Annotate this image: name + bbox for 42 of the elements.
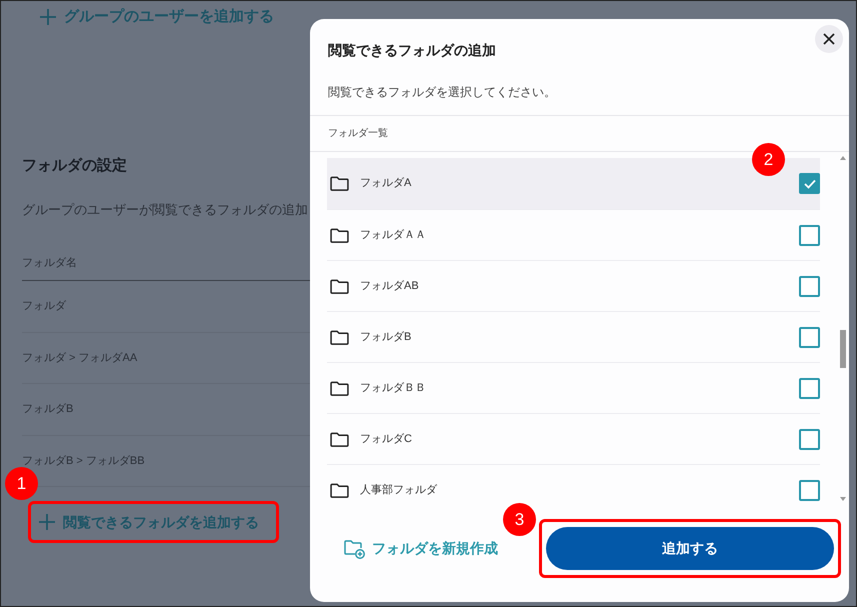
plus-icon (39, 514, 55, 530)
folder-icon (330, 380, 349, 396)
folder-icon (330, 176, 349, 191)
list-header: フォルダ一覧 (328, 127, 388, 141)
checkbox[interactable] (799, 378, 820, 398)
folder-icon (330, 432, 349, 446)
close-button[interactable] (815, 25, 843, 53)
folder-icon (330, 228, 349, 242)
section-title: フォルダの設定 (22, 156, 127, 176)
close-icon (822, 32, 836, 46)
submit-button[interactable]: 追加する (546, 527, 834, 570)
checkbox[interactable] (799, 224, 820, 246)
folder-name: フォルダAB (360, 278, 419, 294)
check-icon (804, 178, 816, 188)
folder-name: 人事部フォルダ (360, 482, 437, 498)
section-description: グループのユーザーが閲覧できるフォルダの追加 (22, 200, 308, 218)
folder-row[interactable]: フォルダＡＡ (327, 209, 820, 260)
callout-number: 1 (5, 467, 38, 500)
checkbox[interactable] (799, 326, 820, 348)
folder-name: フォルダB (360, 330, 412, 345)
dialog-title: 閲覧できるフォルダの追加 (328, 41, 496, 60)
folder-row[interactable]: フォルダAB (327, 260, 820, 311)
folder-row[interactable]: フォルダC (327, 413, 820, 464)
folder-name: フォルダA (360, 176, 412, 192)
folder-name: フォルダＢＢ (360, 380, 426, 396)
checkbox[interactable] (799, 428, 820, 450)
folder-name: フォルダＡＡ (360, 228, 426, 243)
folder-icon (330, 330, 349, 344)
folder-row[interactable]: フォルダB (327, 311, 820, 362)
folder-icon (330, 278, 349, 294)
folder-row[interactable]: フォルダＢＢ (327, 362, 820, 413)
folder-plus-icon (344, 538, 366, 558)
plus-icon (40, 9, 56, 25)
checkbox[interactable] (799, 276, 820, 296)
folder-name: フォルダC (360, 432, 412, 447)
checkbox[interactable] (799, 173, 820, 194)
scroll-up-icon (840, 156, 846, 160)
scroll-down-icon (840, 497, 846, 501)
folder-icon (330, 482, 349, 498)
dialog-description: 閲覧できるフォルダを選択してください。 (327, 84, 557, 101)
scrollbar-thumb[interactable] (840, 330, 846, 368)
checkbox[interactable] (799, 480, 820, 500)
